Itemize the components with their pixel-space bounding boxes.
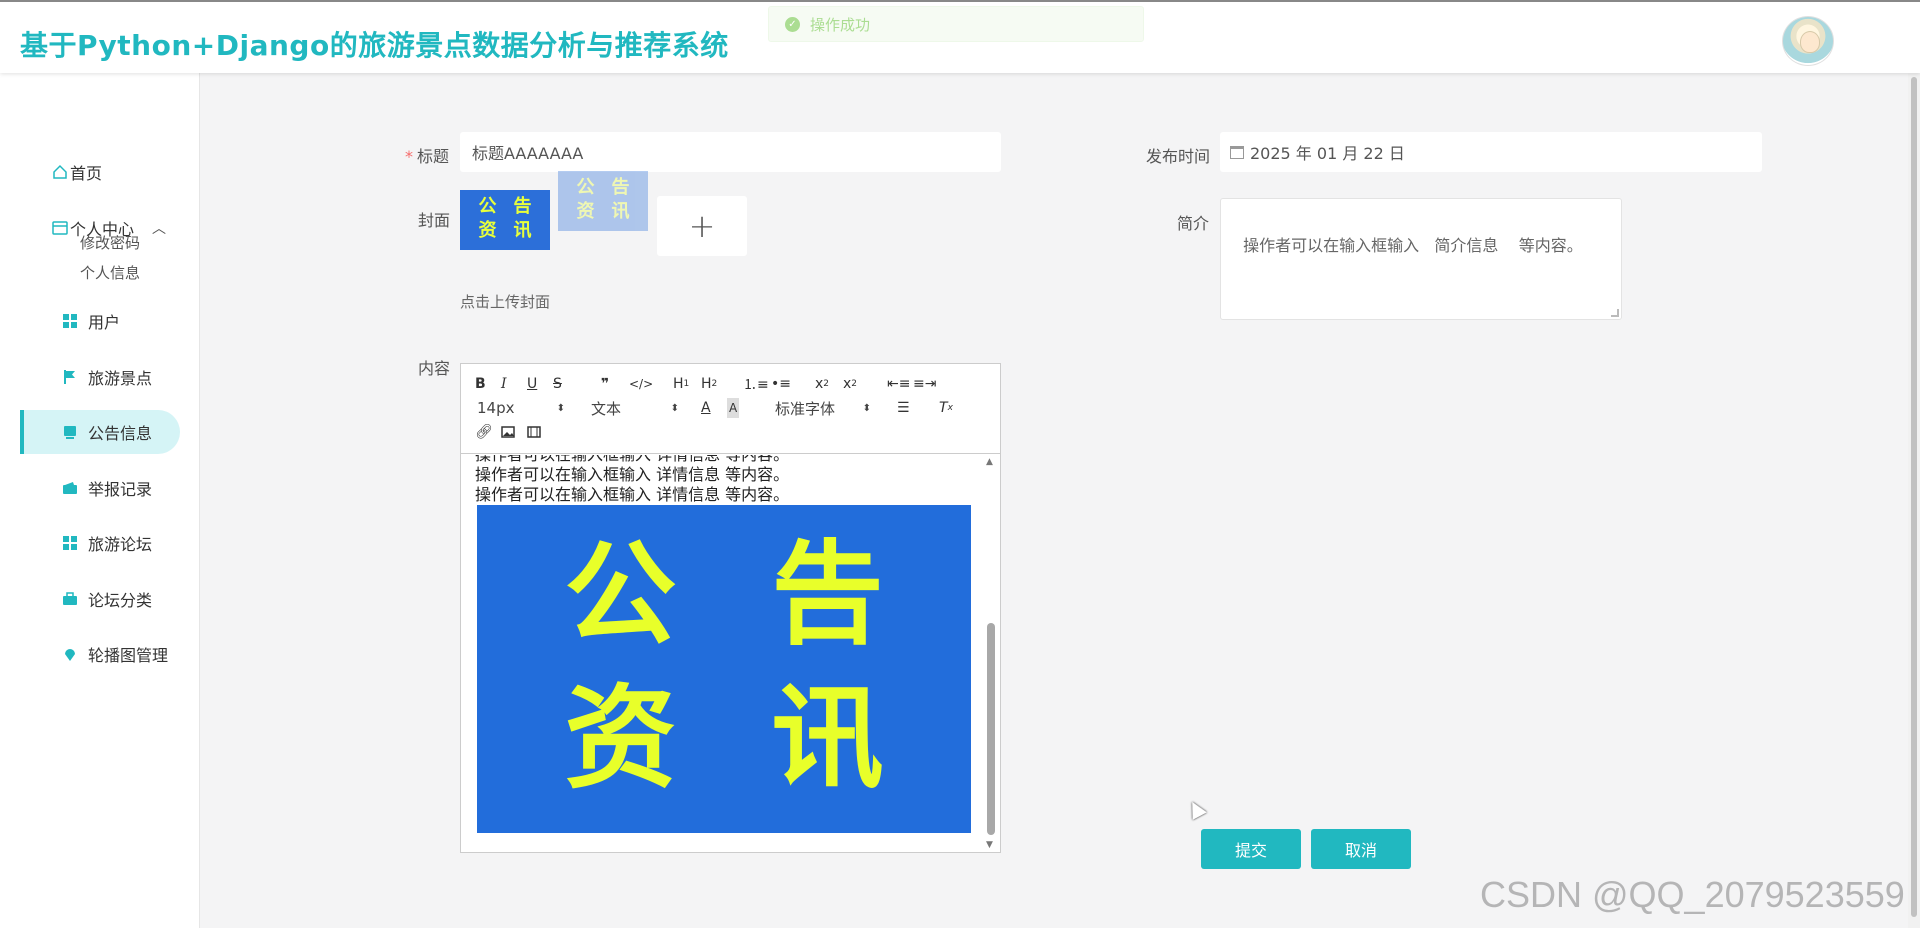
editor-content[interactable]: 操作者可以在输入框输入 详情信息 等内容。 操作者可以在输入框输入 详情信息 等… [461,455,981,852]
sidebar-subitem-change-password[interactable]: 修改密码 [80,232,140,253]
scroll-up-icon[interactable]: ▲ [986,457,993,467]
sidebar-subitem-personal-info[interactable]: 个人信息 [80,262,140,283]
app-title: 基于Python+Django的旅游景点数据分析与推荐系统 [20,29,729,62]
cancel-button[interactable]: 取消 [1311,829,1411,869]
image-icon[interactable] [501,422,515,442]
intro-textarea[interactable]: 操作者可以在输入框输入 简介信息 等内容。 [1220,198,1622,320]
outdent-icon[interactable]: ⇤≡ [887,374,910,394]
scroll-down-icon[interactable]: ▼ [986,840,993,850]
briefcase-icon [62,591,78,607]
font-family-select[interactable]: 标准字体 ⬍ [775,398,871,418]
rich-text-editor[interactable]: B I U S ❞ </> H1 H2 ⒈≡ •≡ x2 x2 ⇤≡ ≡⇥ 14… [460,363,1001,853]
sidebar-item-label: 公告信息 [88,424,153,443]
sidebar: 首页 个人中心 ︿ 修改密码 个人信息 用户 旅游景点 公告信息 举报记录 旅游… [0,73,200,928]
content-line: 操作者可以在输入框输入 详情信息 等内容。 [475,465,790,484]
announcement-image: 公告 资讯 [477,505,971,833]
header: 基于Python+Django的旅游景点数据分析与推荐系统 ✓ 操作成功 [0,0,1920,73]
editor-toolbar: B I U S ❞ </> H1 H2 ⒈≡ •≡ x2 x2 ⇤≡ ≡⇥ 14… [461,364,1000,454]
watermark: CSDN @QQ_2079523559 [1480,874,1905,915]
cover-upload-hint: 点击上传封面 [460,293,551,311]
toast-message: 操作成功 [810,15,871,34]
avatar[interactable] [1782,16,1834,66]
header-select[interactable]: 文本 ⬍ [591,398,679,418]
sidebar-item-label: 举报记录 [88,480,153,499]
page-scrollbar[interactable] [1908,73,1920,928]
flag-icon [62,369,78,385]
card-icon [52,220,68,236]
pin-icon [62,646,78,662]
ordered-list-icon[interactable]: ⒈≡ [743,374,769,394]
intro-label: 简介 [1177,214,1210,233]
check-icon: ✓ [785,16,800,32]
code-block-icon[interactable]: </> [629,374,653,394]
strike-icon[interactable]: S [553,374,562,394]
link-icon[interactable]: 🔗︎ [475,422,493,442]
sidebar-item-home[interactable]: 首页 [52,150,212,194]
submit-button[interactable]: 提交 [1201,829,1301,869]
sidebar-item-forum[interactable]: 旅游论坛 [62,521,222,565]
scrollbar-thumb[interactable] [987,623,995,835]
updown-icon: ⬍ [556,402,565,414]
sidebar-item-forum-category[interactable]: 论坛分类 [62,577,222,621]
title-label: * 标题 [405,147,450,166]
grid-icon [62,313,78,329]
content-label: 内容 [418,359,451,378]
font-color-icon[interactable]: A [701,398,711,418]
sidebar-item-label: 轮播图管理 [88,646,169,665]
sidebar-item-label: 旅游论坛 [88,535,153,554]
sidebar-item-reports[interactable]: 举报记录 [62,466,222,510]
calendar-icon [1230,145,1244,159]
underline-icon[interactable]: U [527,374,537,394]
resize-handle-icon[interactable] [1611,309,1619,317]
home-icon [52,164,68,180]
upload-cover-button[interactable]: + [657,196,747,256]
editor-scrollbar[interactable]: ▲ ▼ [983,455,999,852]
updown-icon: ⬍ [862,402,871,414]
publish-date-label: 发布时间 [1146,147,1211,166]
notice-icon [62,424,78,440]
wallet-icon [62,480,78,496]
sidebar-item-label: 用户 [88,313,121,332]
sidebar-item-scenic-spots[interactable]: 旅游景点 [62,355,222,399]
plus-icon: + [688,207,716,245]
sidebar-item-announcements[interactable]: 公告信息 [20,410,180,454]
content-line: 操作者可以在输入框输入 详情信息 等内容。 [475,485,790,504]
h1-icon[interactable]: H1 [673,374,689,394]
chevron-up-icon: ︿ [152,221,167,237]
video-icon[interactable] [527,422,541,442]
superscript-icon[interactable]: x2 [843,374,857,394]
indent-icon[interactable]: ≡⇥ [913,374,936,394]
cover-label: 封面 [418,211,451,230]
title-input[interactable]: 标题AAAAAAA [460,132,1001,172]
grid-icon [62,535,78,551]
bold-icon[interactable]: B [475,374,486,394]
sidebar-item-carousel[interactable]: 轮播图管理 [62,632,222,676]
sidebar-item-label: 论坛分类 [88,591,153,610]
mouse-cursor-icon [1185,798,1207,820]
publish-date-picker[interactable]: 2025 年 01 月 22 日 [1220,132,1762,172]
subscript-icon[interactable]: x2 [815,374,829,394]
content-line: 操作者可以在输入框输入 详情信息 等内容。 [475,455,967,465]
bullet-list-icon[interactable]: •≡ [771,374,791,394]
sidebar-item-users[interactable]: 用户 [62,299,222,343]
italic-icon[interactable]: I [501,374,507,394]
blockquote-icon[interactable]: ❞ [601,374,609,394]
align-icon[interactable]: ☰ [897,398,910,418]
sidebar-item-label: 首页 [70,164,103,183]
success-toast: ✓ 操作成功 [768,6,1144,42]
cover-thumbnail[interactable]: 公告 资讯 [460,190,550,250]
updown-icon: ⬍ [670,402,679,414]
page-scrollbar-thumb[interactable] [1911,77,1917,917]
cover-drag-ghost: 公告 资讯 [558,171,648,231]
font-size-select[interactable]: 14px ⬍ [477,398,565,418]
clear-format-icon[interactable]: Tx [939,398,953,418]
background-color-icon[interactable]: A [727,398,740,418]
h2-icon[interactable]: H2 [701,374,717,394]
sidebar-item-label: 旅游景点 [88,369,153,388]
